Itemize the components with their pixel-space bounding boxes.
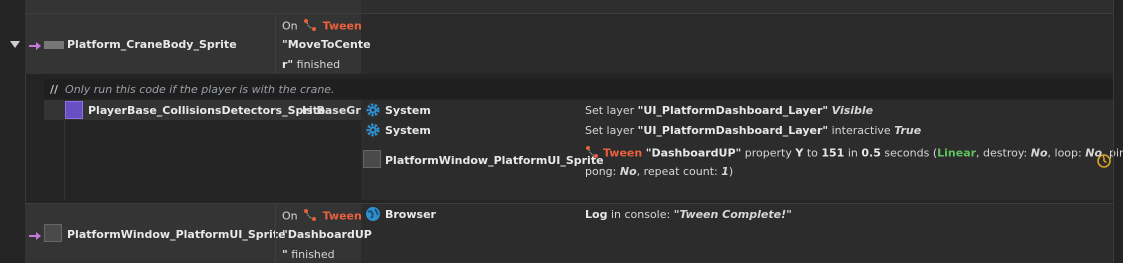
object-thumbnail bbox=[44, 224, 62, 242]
action-3-text-line1[interactable]: Tween "DashboardUP" property Y to 151 in… bbox=[585, 145, 1123, 162]
arrow-right-icon bbox=[29, 230, 41, 243]
tween-icon bbox=[585, 145, 599, 162]
expand-toggle[interactable] bbox=[9, 38, 21, 50]
globe-icon bbox=[365, 206, 381, 225]
action-1-object[interactable]: System bbox=[385, 104, 431, 117]
event-2-action-text[interactable]: Log in console: "Tween Complete!" bbox=[585, 208, 792, 221]
event-2-tween-name-1: "DashboardUP bbox=[282, 228, 372, 241]
gear-icon bbox=[365, 122, 381, 141]
object-thumbnail bbox=[44, 41, 64, 49]
action-2-object[interactable]: System bbox=[385, 124, 431, 137]
tween-icon bbox=[303, 18, 317, 35]
event-1-tween-name-2: r" finished bbox=[282, 58, 341, 71]
event-2-object-name[interactable]: PlatformWindow_PlatformUI_Sprite bbox=[67, 228, 286, 241]
event-2-tween-name-2: " finished bbox=[282, 248, 335, 261]
event-1-tween-name-1: "MoveToCente bbox=[282, 38, 371, 51]
timer-icon[interactable] bbox=[1096, 153, 1112, 172]
action-3-object[interactable]: PlatformWindow_PlatformUI_Sprite bbox=[385, 154, 604, 167]
object-thumbnail bbox=[363, 150, 381, 168]
event-1-condition[interactable]: On Tween bbox=[282, 18, 362, 35]
action-3-text-line2: pong: No, repeat count: 1) bbox=[585, 165, 734, 178]
event-2-action-object[interactable]: Browser bbox=[385, 208, 436, 221]
action-1-text[interactable]: Set layer "UI_PlatformDashboard_Layer" V… bbox=[585, 104, 873, 117]
tween-icon bbox=[303, 208, 317, 225]
cond-on-text: On bbox=[282, 19, 298, 33]
cond-tween-label: Tween bbox=[322, 19, 362, 33]
comment-text[interactable]: // Only run this code if the player is w… bbox=[50, 83, 335, 96]
gear-icon bbox=[365, 102, 381, 121]
event-1-object-name[interactable]: Platform_CraneBody_Sprite bbox=[67, 38, 237, 51]
action-2-text[interactable]: Set layer "UI_PlatformDashboard_Layer" i… bbox=[585, 124, 921, 137]
subevent-condition[interactable]: Is BaseGrab bbox=[302, 104, 361, 117]
event-2-condition[interactable]: On Tween bbox=[282, 208, 362, 225]
previous-event-actions bbox=[361, 0, 1113, 13]
triangle-down-icon bbox=[10, 41, 20, 48]
sprite-thumbnail bbox=[65, 101, 83, 119]
previous-event-row bbox=[25, 0, 361, 13]
subevent-object-name[interactable]: PlayerBase_CollisionsDetectors_Sprite bbox=[88, 104, 325, 117]
arrow-right-icon bbox=[29, 40, 41, 53]
event-1-actions[interactable] bbox=[361, 14, 1113, 74]
